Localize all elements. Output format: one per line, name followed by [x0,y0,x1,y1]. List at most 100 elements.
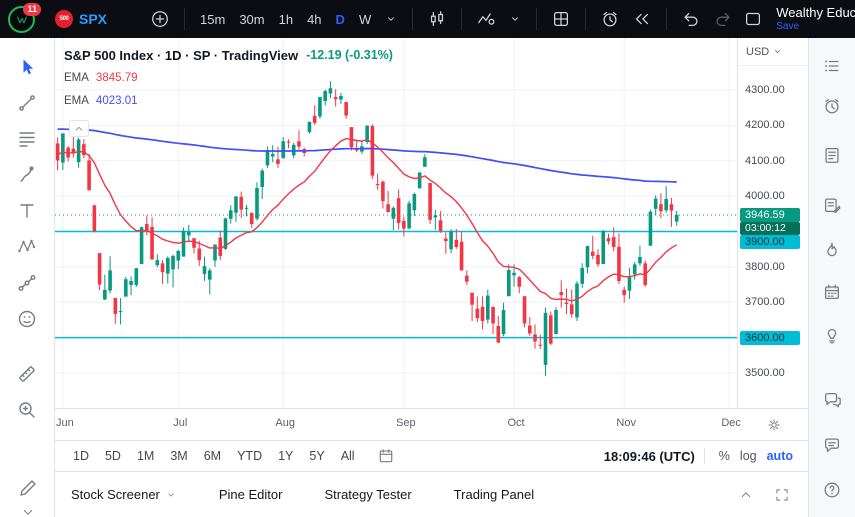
tab-label: Pine Editor [218,487,283,502]
text-tool[interactable] [10,197,44,225]
xabcd-pattern-tool[interactable] [10,233,44,261]
interval-1w[interactable]: W [353,8,377,31]
sp500-logo: 500 [55,10,73,28]
brush-tool[interactable] [10,161,44,189]
chart-settings-button[interactable] [762,413,786,437]
sidebar-item-watchlist[interactable] [818,52,846,80]
zoom-tool[interactable] [10,396,44,424]
compare-add-symbol-button[interactable] [145,5,175,33]
notification-badge[interactable]: 11 [23,2,41,16]
symbol-title[interactable]: S&P 500 Index · 1D · SP · TradingView [64,48,298,63]
interval-menu-button[interactable] [379,8,403,30]
emoji-icon [18,310,36,328]
fib-retracement-tool[interactable] [10,125,44,153]
cursor-tool[interactable] [10,53,44,81]
forecast-tool[interactable] [10,269,44,297]
range-6m[interactable]: 6M [196,446,229,466]
chart-style-button[interactable] [422,5,452,33]
panel-toggle-button[interactable] [738,5,768,33]
log-scale-button[interactable]: log [735,446,762,466]
ruler-icon [19,366,35,382]
interval-4h[interactable]: 4h [301,8,327,31]
currency-selector[interactable]: USD [738,38,808,66]
indicator-label: EMA [64,72,89,84]
undo-button[interactable] [676,5,706,33]
sidebar-item-ideas[interactable] [818,321,846,349]
save-button[interactable]: Save [776,21,799,33]
indicator-templates-button[interactable] [503,8,527,30]
time-axis[interactable]: Jun Jul Aug Sep Oct Nov Dec [55,408,808,440]
sidebar-item-news[interactable] [818,141,846,169]
magnifier-icon [19,402,35,418]
bar-replay-button[interactable] [627,5,657,33]
sidebar-item-hotlists[interactable] [818,236,846,264]
range-ytd[interactable]: YTD [229,446,270,466]
calendar-icon [825,284,839,299]
price-axis[interactable]: USD 4300.00 4200.00 4100.00 4000.00 3900… [737,38,808,408]
range-1y[interactable]: 1Y [270,446,301,466]
price-tick: 4300.00 [745,84,785,96]
app-logo[interactable]: 11 [8,2,41,33]
bottom-panel: Stock Screener Pine Editor Strategy Test… [55,471,808,517]
tab-trading-panel[interactable]: Trading Panel [454,487,534,502]
undo-icon [684,12,698,26]
indicator-legend-ema-fast[interactable]: EMA 3845.79 [64,69,393,87]
tab-strategy-tester[interactable]: Strategy Tester [324,487,411,502]
pane-collapse-button[interactable] [69,120,89,137]
calendar-icon [379,449,392,463]
symbol-search-button[interactable]: 500 SPX [47,7,115,31]
sidebar-item-calendar[interactable] [818,278,846,306]
indicator-legend-ema-slow[interactable]: EMA 4023.01 [64,92,393,110]
interval-30m[interactable]: 30m [233,8,270,31]
range-1m[interactable]: 1M [129,446,162,466]
tab-pine-editor[interactable]: Pine Editor [219,487,283,502]
time-axis-month-label: Jun [56,417,74,429]
sidebar-item-conversations[interactable] [818,431,846,459]
sidebar-item-alerts[interactable] [818,92,846,120]
measure-tool[interactable] [10,360,44,388]
fullscreen-icon [776,488,788,501]
indicator-value: 3845.79 [95,72,138,84]
trend-line-tool[interactable] [10,89,44,117]
create-alert-button[interactable] [595,5,625,33]
trend-line-icon [19,95,35,111]
pencil-icon [19,480,36,496]
chat-bubble-icon [825,438,839,452]
tab-stock-screener[interactable]: Stock Screener [71,487,177,502]
fullscreen-button[interactable] [772,485,792,505]
sidebar-item-notes[interactable] [818,191,846,219]
interval-15m[interactable]: 15m [194,8,231,31]
layout-grid-button[interactable] [546,5,576,33]
range-5y[interactable]: 5Y [301,446,332,466]
range-5d[interactable]: 5D [97,446,129,466]
range-all[interactable]: All [333,446,363,466]
interval-1h[interactable]: 1h [273,8,299,31]
bottom-toolbar: 1D 5D 1M 3M 6M YTD 1Y 5Y All 18:09:46 (U… [55,440,808,471]
time-axis-month-label: Oct [507,417,525,429]
sidebar-item-help[interactable] [818,476,846,504]
toolbar-separator [585,8,587,30]
percent-scale-button[interactable]: % [714,446,735,466]
toolbar-separator [184,8,186,30]
auto-scale-button[interactable]: auto [762,446,798,466]
toolbar-collapse-button[interactable] [11,498,45,517]
tradingview-app: 11 500 SPX 15m 30m 1h 4h D W Wealthy Edu… [0,0,855,517]
account-menu[interactable]: Wealthy Educ... Save [776,5,855,33]
indicators-button[interactable] [471,5,501,33]
clock-utc[interactable]: 18:09:46 (UTC) [604,449,695,464]
range-3m[interactable]: 3M [162,446,195,466]
gear-icon [768,419,780,431]
redo-button[interactable] [708,5,738,33]
range-1d[interactable]: 1D [65,446,97,466]
watchlist-icon [825,60,839,72]
currency-label: USD [746,45,770,58]
price-change: -12.19 (-0.31%) [306,48,393,62]
indicator-label: EMA [64,95,89,107]
chevron-up-icon [741,491,751,497]
emoji-tool[interactable] [10,305,44,333]
news-icon [825,148,839,163]
go-to-date-button[interactable] [375,445,397,467]
sidebar-item-chat[interactable] [818,386,846,414]
interval-1d-active[interactable]: D [330,8,351,31]
panel-expand-button[interactable] [736,485,756,505]
